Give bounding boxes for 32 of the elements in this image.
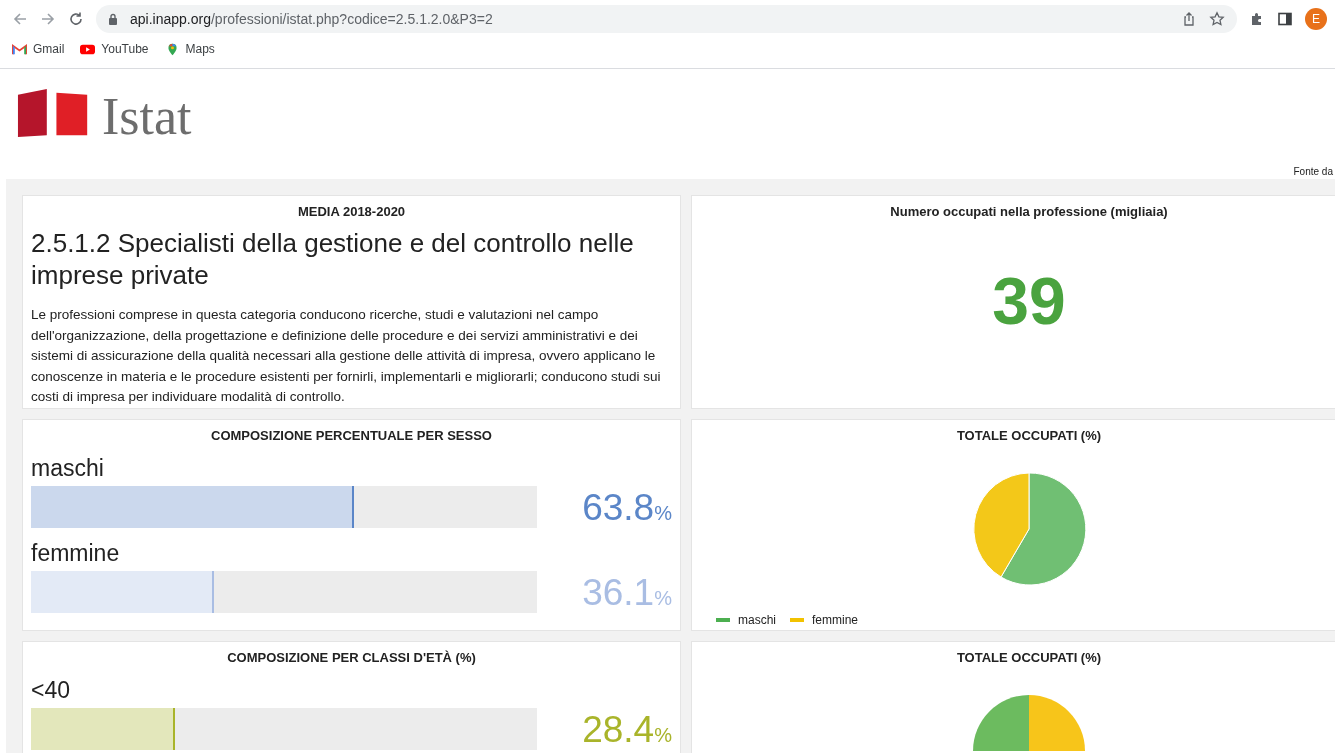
card-heading: Numero occupati nella professione (migliaia) <box>889 204 1169 219</box>
address-bar[interactable]: api.inapp.org/professioni/istat.php?codice=2.5.1.2.0&P3=2 <box>96 5 1237 33</box>
bar-label: <40 <box>31 677 71 704</box>
card-heading: TOTALE OCCUPATI (%) <box>955 650 1103 665</box>
lock-icon <box>108 13 118 25</box>
card-heading: TOTALE OCCUPATI (%) <box>955 428 1103 443</box>
bookmark-link[interactable]: Maps <box>185 42 215 56</box>
source-note: Fonte da <box>1293 166 1333 177</box>
card-heading: MEDIA 2018-2020 <box>296 204 407 219</box>
bar-label: femmine <box>31 540 121 567</box>
play-icon <box>80 42 96 56</box>
profession-description: Le professioni comprese in questa categoria conducono ricerche, studi e valutazioni nel campo dell'organizzazione, della progettazione e definizione delle procedure e dei servizi amministrativi e dei sistemi di assicurazione della qualità necessari alla gestione delle attività di impresa, ovvero applicano le conoscenze in materia e le procedure esistenti per fornirli, implementarli e migliorarli; conducono studi sui costi di impresa per individuare modalità di controllo. <box>31 306 662 406</box>
profession-title: 2.5.1.2 Specialisti della gestione e del controllo nelle imprese private <box>31 227 635 291</box>
percentage-value: 36.1% <box>581 573 672 611</box>
sidebar-icon[interactable] <box>1277 11 1293 27</box>
percentage-value: 63.8% <box>581 488 672 526</box>
bookmark-link[interactable]: YouTube <box>101 42 149 56</box>
bookmark-link[interactable]: Gmail <box>33 42 65 56</box>
star-icon[interactable] <box>1209 11 1225 27</box>
employment-count: 39 <box>991 263 1067 339</box>
card-heading: COMPOSIZIONE PERCENTUALE PER SESSO <box>210 428 493 443</box>
reload-icon[interactable] <box>68 11 84 27</box>
legend-label: femmine <box>812 613 859 627</box>
card-heading: COMPOSIZIONE PER CLASSI D'ETÀ (%) <box>226 650 477 665</box>
mail-icon <box>12 42 27 56</box>
percentage-value: 28.4% <box>581 710 672 748</box>
bar-label: maschi <box>31 455 105 482</box>
forward-icon[interactable] <box>40 11 56 27</box>
share-icon[interactable] <box>1181 11 1197 27</box>
back-icon[interactable] <box>12 11 28 27</box>
logo-text: Istat <box>102 95 192 139</box>
legend-label: maschi <box>738 613 776 627</box>
